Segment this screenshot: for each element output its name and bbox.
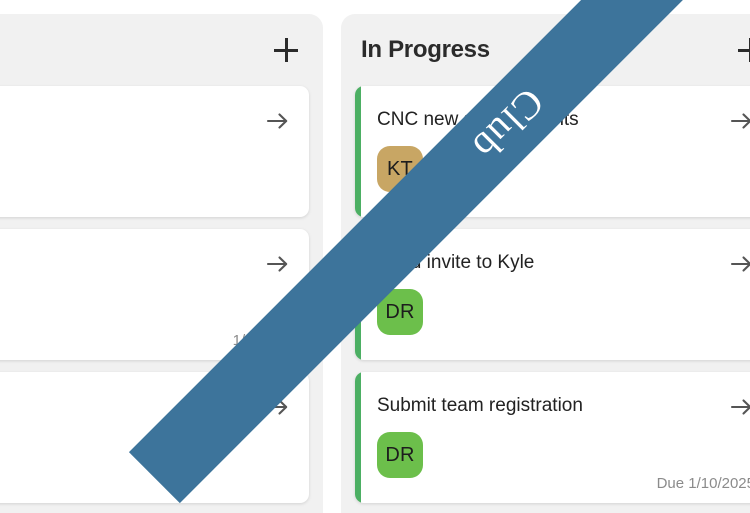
task-card[interactable]: Send invite to Kyle DR [355,229,750,360]
card-header-row: Send invite to Kyle [377,251,750,276]
card-header-row [0,394,291,419]
card-list: 1/7/2025 [0,86,323,503]
arrow-right-icon[interactable] [729,252,750,276]
arrow-right-icon[interactable] [265,109,291,133]
card-status-accent [355,372,361,503]
card-due-date: Due 1/10/2025 [656,475,750,492]
card-header-row: CNC new side rail joints [377,108,750,133]
kanban-column: 1/7/2025 [0,14,323,513]
card-list: CNC new side rail joints KT Send invite to… [341,86,750,503]
task-card[interactable] [0,86,309,217]
column-header [0,14,323,86]
card-header-row: Submit team registration [377,394,750,419]
card-title: CNC new side rail joints [377,109,579,130]
add-card-button[interactable] [735,35,750,65]
card-status-accent [355,229,361,360]
column-title: In Progress [361,36,490,63]
avatar: DR [377,432,423,478]
arrow-right-icon[interactable] [729,395,750,419]
card-header-row [0,251,291,276]
task-card[interactable] [0,372,309,503]
arrow-right-icon[interactable] [729,109,750,133]
arrow-right-icon[interactable] [265,395,291,419]
add-card-button[interactable] [271,35,301,65]
card-status-accent [355,86,361,217]
card-due-date: 1/7/2025 [232,332,291,349]
card-title: Submit team registration [377,395,583,416]
avatar: DR [377,289,423,335]
task-card[interactable]: 1/7/2025 [0,229,309,360]
column-header: In Progress [341,14,750,86]
card-header-row [0,108,291,133]
kanban-column: In Progress CNC new side rail joints KT Sen… [341,14,750,513]
arrow-right-icon[interactable] [265,252,291,276]
task-card[interactable]: Submit team registration DR Due 1/10/2025 [355,372,750,503]
avatar: KT [377,146,423,192]
task-card[interactable]: CNC new side rail joints KT [355,86,750,217]
card-title: Send invite to Kyle [377,252,535,273]
kanban-board: 1/7/2025 In Progress CNC new side rail joi… [0,14,750,513]
